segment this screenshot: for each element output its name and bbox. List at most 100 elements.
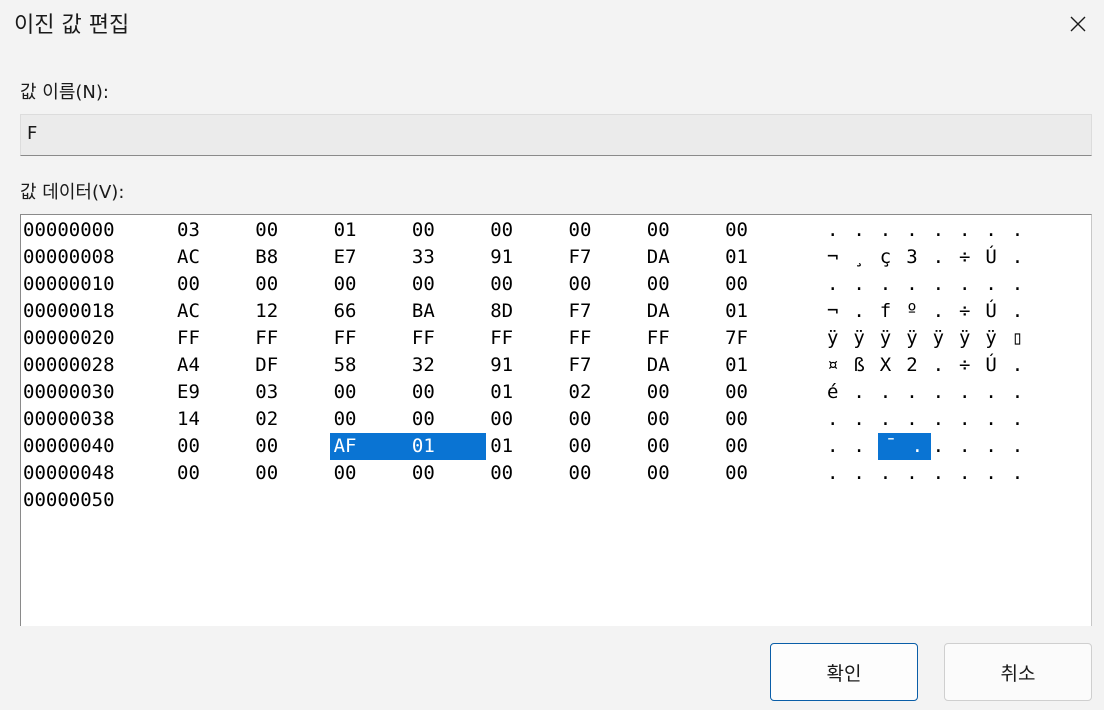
hex-byte[interactable]: FF — [334, 325, 357, 352]
hex-char[interactable]: . — [827, 406, 838, 433]
hex-byte[interactable]: 00 — [412, 271, 435, 298]
hex-char[interactable]: . — [853, 217, 864, 244]
hex-char[interactable]: . — [880, 406, 891, 433]
hex-char[interactable]: ¬ — [827, 244, 838, 271]
hex-char[interactable]: ¯ — [877, 433, 905, 460]
hex-byte[interactable]: AF — [329, 433, 408, 460]
hex-byte[interactable]: 00 — [334, 379, 357, 406]
hex-byte[interactable]: AC — [177, 298, 200, 325]
hex-char[interactable]: º — [906, 298, 917, 325]
hex-char[interactable]: . — [880, 379, 891, 406]
hex-char[interactable]: ÿ — [985, 325, 996, 352]
hex-byte[interactable]: DA — [647, 244, 670, 271]
hex-char[interactable]: ▯ — [1012, 325, 1023, 352]
hex-byte[interactable]: 66 — [334, 298, 357, 325]
hex-byte[interactable]: 01 — [490, 379, 513, 406]
hex-char[interactable]: . — [880, 460, 891, 487]
hex-byte[interactable]: 00 — [725, 271, 748, 298]
hex-byte[interactable]: 01 — [725, 298, 748, 325]
hex-byte[interactable]: 00 — [490, 271, 513, 298]
hex-byte[interactable]: 00 — [725, 406, 748, 433]
hex-byte[interactable]: 00 — [412, 217, 435, 244]
hex-byte[interactable]: 00 — [177, 433, 200, 460]
hex-char[interactable]: . — [880, 217, 891, 244]
value-name-field[interactable]: F — [20, 114, 1092, 156]
hex-byte[interactable]: 01 — [334, 217, 357, 244]
hex-byte[interactable]: 02 — [569, 379, 592, 406]
hex-char[interactable]: . — [1012, 460, 1023, 487]
hex-byte[interactable]: 00 — [490, 217, 513, 244]
hex-byte[interactable]: 00 — [569, 271, 592, 298]
cancel-button[interactable]: 취소 — [944, 643, 1092, 701]
hex-byte[interactable]: 91 — [490, 244, 513, 271]
hex-byte[interactable]: 32 — [412, 352, 435, 379]
hex-char[interactable]: ÷ — [959, 298, 970, 325]
hex-byte[interactable]: 00 — [647, 433, 670, 460]
hex-byte[interactable]: FF — [490, 325, 513, 352]
hex-byte[interactable]: FF — [412, 325, 435, 352]
hex-byte[interactable]: 00 — [569, 460, 592, 487]
hex-byte[interactable]: DA — [647, 298, 670, 325]
hex-char[interactable]: ÿ — [827, 325, 838, 352]
hex-char[interactable]: . — [985, 460, 996, 487]
hex-byte[interactable]: 00 — [412, 379, 435, 406]
hex-byte[interactable]: 00 — [647, 406, 670, 433]
hex-char[interactable]: . — [933, 433, 944, 460]
hex-char[interactable]: . — [1012, 379, 1023, 406]
hex-char[interactable]: . — [959, 433, 970, 460]
hex-char[interactable]: . — [933, 379, 944, 406]
hex-byte[interactable]: 00 — [569, 433, 592, 460]
hex-char[interactable]: . — [1012, 352, 1023, 379]
hex-char[interactable]: ÿ — [853, 325, 864, 352]
hex-char[interactable]: ÷ — [959, 352, 970, 379]
hex-byte[interactable]: FF — [255, 325, 278, 352]
hex-byte[interactable]: 33 — [412, 244, 435, 271]
hex-byte[interactable]: 91 — [490, 352, 513, 379]
hex-char[interactable]: f — [880, 298, 891, 325]
hex-char[interactable]: . — [985, 217, 996, 244]
hex-char[interactable]: . — [959, 217, 970, 244]
hex-byte[interactable]: 00 — [255, 271, 278, 298]
hex-char[interactable]: . — [906, 271, 917, 298]
hex-char[interactable]: . — [933, 352, 944, 379]
hex-byte[interactable]: 00 — [490, 460, 513, 487]
hex-char[interactable]: . — [985, 406, 996, 433]
hex-byte[interactable]: 12 — [255, 298, 278, 325]
hex-char[interactable]: . — [933, 244, 944, 271]
hex-char[interactable]: . — [853, 379, 864, 406]
hex-char[interactable]: 3 — [906, 244, 917, 271]
hex-byte[interactable]: 00 — [569, 217, 592, 244]
hex-char[interactable]: . — [853, 433, 864, 460]
hex-byte[interactable]: 58 — [334, 352, 357, 379]
hex-byte[interactable]: 03 — [255, 379, 278, 406]
hex-byte[interactable]: 00 — [412, 460, 435, 487]
hex-char[interactable]: . — [933, 406, 944, 433]
hex-char[interactable]: . — [853, 406, 864, 433]
hex-byte[interactable]: FF — [177, 325, 200, 352]
hex-char[interactable]: . — [959, 460, 970, 487]
hex-char[interactable]: . — [933, 460, 944, 487]
hex-char[interactable]: Ú — [985, 352, 996, 379]
hex-char[interactable]: ¸ — [853, 244, 864, 271]
hex-char[interactable]: Ú — [985, 244, 996, 271]
hex-byte[interactable]: 00 — [647, 379, 670, 406]
hex-char[interactable]: . — [1012, 217, 1023, 244]
hex-byte[interactable]: 00 — [255, 433, 278, 460]
hex-char[interactable]: . — [906, 379, 917, 406]
hex-byte[interactable]: 00 — [647, 460, 670, 487]
hex-byte[interactable]: 00 — [725, 217, 748, 244]
hex-char[interactable]: . — [1012, 298, 1023, 325]
hex-char[interactable]: . — [959, 379, 970, 406]
hex-byte[interactable]: F7 — [569, 244, 592, 271]
hex-byte[interactable]: 00 — [334, 406, 357, 433]
hex-char[interactable]: ß — [853, 352, 864, 379]
hex-char[interactable]: . — [959, 406, 970, 433]
hex-char[interactable]: . — [853, 298, 864, 325]
hex-byte[interactable]: 00 — [647, 217, 670, 244]
hex-char[interactable]: . — [1012, 433, 1023, 460]
hex-byte[interactable]: 00 — [334, 460, 357, 487]
hex-char[interactable]: ÿ — [933, 325, 944, 352]
hex-byte[interactable]: F7 — [569, 298, 592, 325]
hex-byte[interactable]: 00 — [725, 433, 748, 460]
hex-byte[interactable]: 00 — [334, 271, 357, 298]
